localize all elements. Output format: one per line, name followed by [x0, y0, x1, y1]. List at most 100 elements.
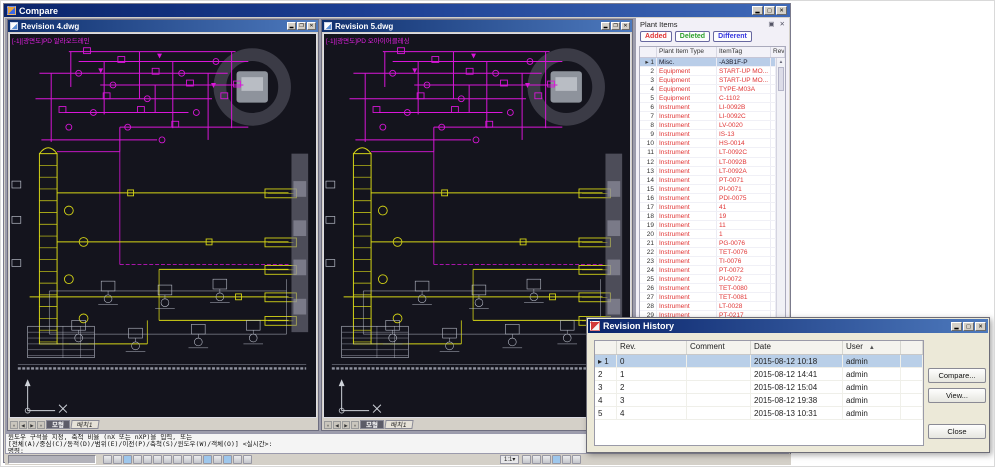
statusbar-toggle[interactable]	[243, 455, 252, 464]
plant-item-row[interactable]: 6InstrumentLI-0092B	[640, 103, 776, 112]
revision-row[interactable]: 212015-08-12 14:41admin	[595, 368, 923, 381]
nav-next-icon[interactable]: ▶	[342, 421, 350, 429]
scale-indicator[interactable]: 1:1▾	[500, 455, 519, 464]
statusbar-toggle[interactable]	[542, 455, 551, 464]
statusbar-toggle[interactable]	[133, 455, 142, 464]
plant-item-row[interactable]: ▸ 1Misc.-A3B1F-P	[640, 58, 776, 67]
restore-icon[interactable]: ❐	[297, 22, 306, 30]
nav-first-icon[interactable]: «	[10, 421, 18, 429]
tab-모형[interactable]: 모형	[46, 420, 70, 429]
filter-added-button[interactable]: Added	[640, 31, 672, 42]
plant-item-row[interactable]: 22InstrumentTET-0076	[640, 248, 776, 257]
tab-배치1[interactable]: 배치1	[70, 420, 99, 429]
column-rownum[interactable]	[640, 47, 657, 57]
plant-item-row[interactable]: 17Instrument41	[640, 203, 776, 212]
column-revision[interactable]: Revisi	[771, 47, 785, 57]
minimize-icon[interactable]: ▂	[601, 22, 610, 30]
statusbar-toggle[interactable]	[113, 455, 122, 464]
plant-item-row[interactable]: 12InstrumentLT-0092B	[640, 158, 776, 167]
revision4-canvas[interactable]: [-1][광면도]PD 알라오드레인	[9, 33, 317, 418]
close-icon[interactable]: ✕	[975, 322, 986, 331]
view-button[interactable]: View...	[928, 388, 986, 403]
plant-item-row[interactable]: 13InstrumentLT-0092A	[640, 167, 776, 176]
plant-item-row[interactable]: 7InstrumentLI-0092C	[640, 112, 776, 121]
revision-row[interactable]: 542015-08-13 10:31admin	[595, 407, 923, 420]
maximize-icon[interactable]: ▢	[963, 322, 974, 331]
plant-item-row[interactable]: 21InstrumentPG-0076	[640, 239, 776, 248]
plant-item-row[interactable]: 5EquipmentC-1102	[640, 94, 776, 103]
nav-last-icon[interactable]: »	[351, 421, 359, 429]
plant-item-row[interactable]: 9InstrumentIS-13	[640, 130, 776, 139]
plant-item-row[interactable]: 20Instrument1	[640, 230, 776, 239]
statusbar-toggle[interactable]	[103, 455, 112, 464]
revision5-titlebar[interactable]: Revision 5.dwg ▂ ❐ ✕	[322, 20, 632, 32]
statusbar-toggle[interactable]	[183, 455, 192, 464]
statusbar-toggle[interactable]	[562, 455, 571, 464]
column-comment[interactable]: Comment	[687, 341, 751, 354]
statusbar-toggle[interactable]	[193, 455, 202, 464]
statusbar-toggle[interactable]	[552, 455, 561, 464]
statusbar-toggle[interactable]	[163, 455, 172, 464]
plant-item-row[interactable]: 25InstrumentPI-0072	[640, 275, 776, 284]
compare-titlebar[interactable]: Compare ▂ ▢ ✕	[4, 4, 790, 17]
plant-item-row[interactable]: 8InstrumentLV-0020	[640, 121, 776, 130]
plant-item-row[interactable]: 26InstrumentTET-0080	[640, 284, 776, 293]
plant-item-row[interactable]: 24InstrumentPT-0072	[640, 266, 776, 275]
plant-item-row[interactable]: 18Instrument19	[640, 212, 776, 221]
plant-item-row[interactable]: 4EquipmentTYPE-M03A	[640, 85, 776, 94]
statusbar-toggle[interactable]	[233, 455, 242, 464]
restore-icon[interactable]: ❐	[611, 22, 620, 30]
plant-item-row[interactable]: 19Instrument11	[640, 221, 776, 230]
plant-item-row[interactable]: 28InstrumentLT-0028	[640, 302, 776, 311]
close-icon[interactable]: ✕	[776, 6, 787, 15]
pin-icon[interactable]: ▣	[768, 20, 774, 28]
filter-deleted-button[interactable]: Deleted	[675, 31, 710, 42]
minimize-icon[interactable]: ▂	[287, 22, 296, 30]
tab-모형[interactable]: 모형	[360, 420, 384, 429]
scroll-up-icon[interactable]: ▲	[777, 59, 785, 64]
panel-close-icon[interactable]: ✕	[780, 20, 785, 28]
nav-prev-icon[interactable]: ◀	[333, 421, 341, 429]
plant-item-row[interactable]: 10InstrumentHS-0014	[640, 139, 776, 148]
statusbar-toggle[interactable]	[522, 455, 531, 464]
close-icon[interactable]: ✕	[307, 22, 316, 30]
column-date[interactable]: Date	[751, 341, 843, 354]
filter-different-button[interactable]: Different	[713, 31, 752, 42]
plant-item-row[interactable]: 3EquipmentSTART-UP MO...	[640, 76, 776, 85]
statusbar-toggle[interactable]	[123, 455, 132, 464]
close-icon[interactable]: ✕	[621, 22, 630, 30]
plant-item-row[interactable]: 23InstrumentTI-0076	[640, 257, 776, 266]
plant-item-row[interactable]: 27InstrumentTET-0081	[640, 293, 776, 302]
revision-row[interactable]: ▸ 102015-08-12 10:18admin	[595, 355, 923, 368]
plant-item-row[interactable]: 11InstrumentLT-0092C	[640, 148, 776, 157]
plant-item-row[interactable]: 15InstrumentPI-0071	[640, 185, 776, 194]
tab-배치1[interactable]: 배치1	[384, 420, 413, 429]
revision-history-titlebar[interactable]: Revision History ▂ ▢ ✕	[588, 319, 988, 333]
nav-last-icon[interactable]: »	[37, 421, 45, 429]
statusbar-toggle[interactable]	[213, 455, 222, 464]
column-rownum[interactable]	[595, 341, 617, 354]
scrollbar-thumb[interactable]	[778, 67, 784, 91]
minimize-icon[interactable]: ▂	[752, 6, 763, 15]
plant-item-row[interactable]: 14InstrumentPT-0071	[640, 176, 776, 185]
revision4-titlebar[interactable]: Revision 4.dwg ▂ ❐ ✕	[8, 20, 318, 32]
column-item-type[interactable]: Plant Item Type	[657, 47, 717, 57]
revision-row[interactable]: 322015-08-12 15:04admin	[595, 381, 923, 394]
column-item-tag[interactable]: ItemTag	[717, 47, 771, 57]
column-user[interactable]: User▲	[843, 341, 901, 354]
statusbar-toggle[interactable]	[223, 455, 232, 464]
statusbar-toggle[interactable]	[153, 455, 162, 464]
close-button[interactable]: Close	[928, 424, 986, 439]
statusbar-toggle[interactable]	[173, 455, 182, 464]
nav-prev-icon[interactable]: ◀	[19, 421, 27, 429]
minimize-icon[interactable]: ▂	[951, 322, 962, 331]
nav-first-icon[interactable]: «	[324, 421, 332, 429]
maximize-icon[interactable]: ▢	[764, 6, 775, 15]
plant-item-row[interactable]: 2EquipmentSTART-UP MO...	[640, 67, 776, 76]
statusbar-toggle[interactable]	[532, 455, 541, 464]
revision5-canvas[interactable]: [-1][광면도]PD 오아이어클레싱	[323, 33, 631, 418]
compare-button[interactable]: Compare...	[928, 368, 986, 383]
statusbar-toggle[interactable]	[572, 455, 581, 464]
nav-next-icon[interactable]: ▶	[28, 421, 36, 429]
statusbar-toggle[interactable]	[203, 455, 212, 464]
